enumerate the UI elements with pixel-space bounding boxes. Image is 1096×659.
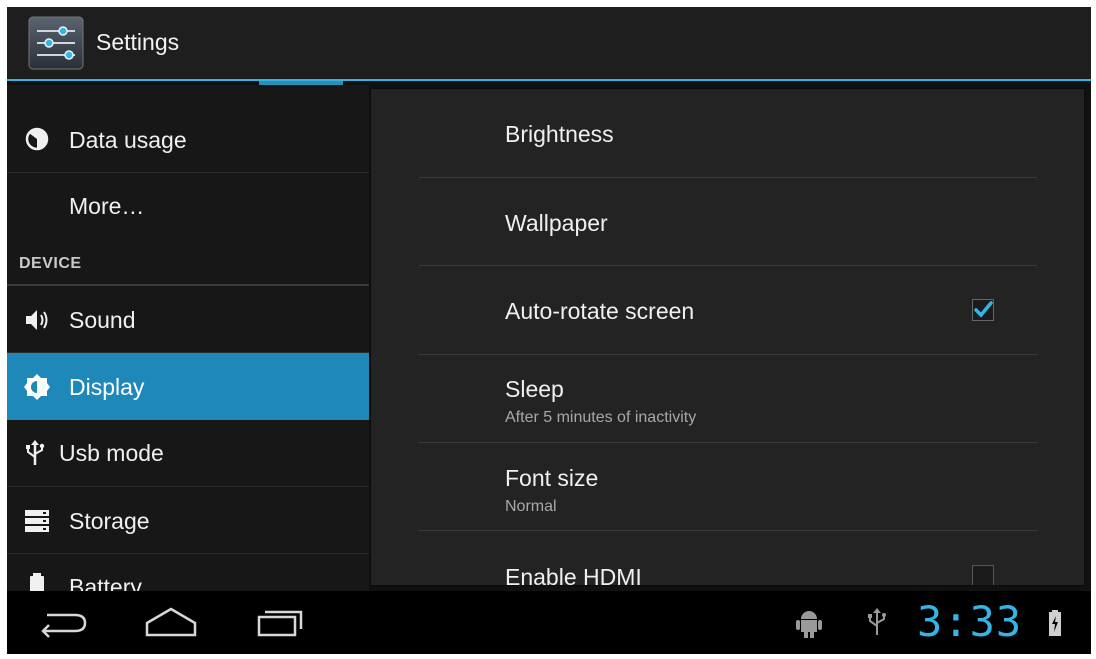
sidebar-item-sound[interactable]: Sound bbox=[7, 286, 369, 353]
sidebar-item-label: Battery bbox=[69, 574, 142, 591]
sidebar-item-battery[interactable]: Battery bbox=[7, 554, 369, 591]
home-icon[interactable] bbox=[143, 605, 199, 644]
pref-enable-hdmi[interactable]: Enable HDMI bbox=[371, 531, 1084, 585]
battery-icon bbox=[23, 572, 51, 591]
pref-title: Sleep bbox=[505, 376, 564, 402]
system-nav-bar: 3:33 bbox=[7, 591, 1091, 654]
sidebar-item-label: Storage bbox=[69, 508, 150, 534]
enable-hdmi-checkbox[interactable] bbox=[972, 565, 994, 585]
pref-sleep[interactable]: Sleep After 5 minutes of inactivity bbox=[371, 355, 1084, 443]
data-usage-icon bbox=[23, 125, 51, 153]
sidebar-item-more[interactable]: More… bbox=[7, 173, 369, 253]
auto-rotate-checkbox[interactable] bbox=[972, 299, 994, 321]
battery-charging-icon bbox=[1047, 609, 1063, 642]
pref-title: Auto-rotate screen bbox=[505, 298, 695, 324]
pref-auto-rotate[interactable]: Auto-rotate screen bbox=[371, 266, 1084, 355]
display-preferences-pane: Brightness Wallpaper Auto-rotate screen … bbox=[371, 89, 1084, 585]
action-bar: Settings bbox=[7, 7, 1091, 79]
action-bar-divider bbox=[7, 79, 1091, 81]
sidebar-item-display[interactable]: Display bbox=[7, 353, 369, 420]
pref-wallpaper[interactable]: Wallpaper bbox=[371, 178, 1084, 266]
pref-title: Font size bbox=[505, 465, 599, 491]
usb-icon bbox=[21, 439, 49, 467]
tablet-screen: Settings Data usage More… DEVICE Sound D… bbox=[7, 7, 1091, 654]
speaker-icon bbox=[23, 306, 51, 334]
back-icon[interactable] bbox=[35, 607, 91, 644]
settings-list: Data usage More… DEVICE Sound Display Us… bbox=[7, 85, 369, 591]
pref-title: Wallpaper bbox=[505, 210, 608, 236]
pref-summary: After 5 minutes of inactivity bbox=[505, 409, 697, 426]
pref-summary: Normal bbox=[505, 498, 557, 515]
sidebar-item-label: Sound bbox=[69, 307, 136, 333]
recent-apps-icon[interactable] bbox=[255, 605, 307, 644]
storage-icon bbox=[23, 507, 51, 535]
sidebar-item-data-usage[interactable]: Data usage bbox=[7, 105, 369, 173]
sidebar-item-label: Display bbox=[69, 374, 145, 400]
sidebar-item-label: Data usage bbox=[69, 127, 187, 153]
app-title: Settings bbox=[96, 29, 180, 55]
checkmark-icon bbox=[974, 301, 993, 318]
pref-title: Brightness bbox=[505, 121, 614, 147]
usb-icon bbox=[865, 607, 889, 642]
pref-font-size[interactable]: Font size Normal bbox=[371, 443, 1084, 531]
sidebar-item-storage[interactable]: Storage bbox=[7, 487, 369, 554]
sidebar-item-usb-mode[interactable]: Usb mode bbox=[7, 420, 369, 487]
android-debug-icon bbox=[795, 607, 823, 644]
sidebar-item-label: More… bbox=[69, 193, 145, 219]
status-clock: 3:33 bbox=[917, 597, 1023, 646]
settings-sliders-icon[interactable] bbox=[27, 15, 85, 71]
pref-brightness[interactable]: Brightness bbox=[371, 89, 1084, 178]
section-header-device: DEVICE bbox=[19, 255, 82, 272]
brightness-icon bbox=[23, 373, 51, 401]
sidebar-item-label: Usb mode bbox=[59, 440, 164, 466]
pref-title: Enable HDMI bbox=[505, 564, 642, 585]
